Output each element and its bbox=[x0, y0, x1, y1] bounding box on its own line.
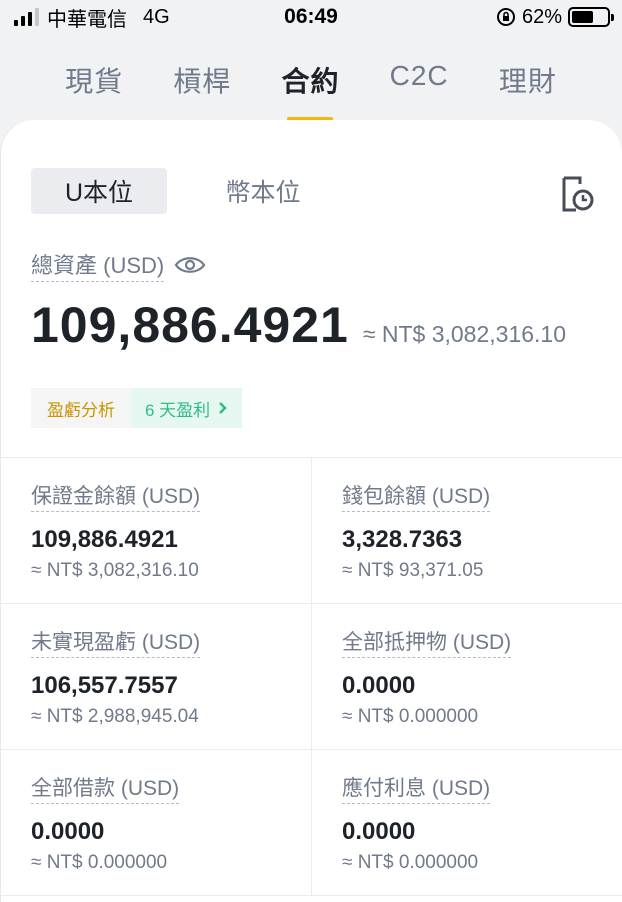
pnl-row: 盈虧分析 6 天盈利 bbox=[31, 388, 243, 428]
balance-fiat: ≈ NT$ 93,371.05 bbox=[342, 560, 484, 581]
battery-fill bbox=[572, 11, 594, 23]
balance-value: 0.0000 bbox=[342, 818, 416, 845]
balance-cell: 全部抵押物 (USD) 0.0000 ≈ NT$ 0.000000 bbox=[312, 604, 622, 749]
status-right: 62% bbox=[496, 5, 614, 29]
coin-margin-tab[interactable]: 幣本位 bbox=[195, 168, 331, 214]
tab-1[interactable]: 槓桿 bbox=[169, 50, 235, 120]
signal-icon bbox=[14, 8, 39, 26]
pnl-analysis-button[interactable]: 盈虧分析 bbox=[31, 388, 131, 428]
balance-label[interactable]: 全部借款 (USD) bbox=[31, 772, 180, 804]
futures-card: U本位 幣本位 總資產 (USD) 109,886.4921 ≈ NT$ 3,0… bbox=[0, 120, 622, 902]
eye-icon[interactable] bbox=[174, 255, 206, 275]
balance-row: 未實現盈虧 (USD) 106,557.7557 ≈ NT$ 2,988,945.0… bbox=[1, 604, 622, 750]
status-bar: 中華電信 4G 06:49 62% bbox=[0, 0, 622, 34]
carrier-name: 中華電信 bbox=[47, 8, 127, 31]
balance-label[interactable]: 錢包餘額 (USD) bbox=[342, 480, 491, 512]
balance-fiat: ≈ NT$ 0.000000 bbox=[342, 852, 479, 873]
total-assets-fiat: ≈ NT$ 3,082,316.10 bbox=[362, 321, 567, 347]
balance-fiat: ≈ NT$ 3,082,316.10 bbox=[31, 560, 199, 581]
tab-0[interactable]: 現貨 bbox=[61, 50, 127, 120]
profit-days-label: 6 天盈利 bbox=[145, 400, 211, 420]
balance-value: 0.0000 bbox=[31, 818, 105, 845]
tab-3[interactable]: C2C bbox=[386, 50, 453, 120]
balance-row: 保證金餘額 (USD) 109,886.4921 ≈ NT$ 3,082,316.1… bbox=[1, 458, 622, 604]
balance-value: 3,328.7363 bbox=[342, 526, 463, 553]
status-left: 中華電信 4G bbox=[14, 3, 170, 32]
balance-fiat: ≈ NT$ 0.000000 bbox=[31, 852, 168, 873]
balance-cell: 全部借款 (USD) 0.0000 ≈ NT$ 0.000000 bbox=[1, 750, 312, 895]
balance-label[interactable]: 保證金餘額 (USD) bbox=[31, 480, 201, 512]
balance-fiat: ≈ NT$ 2,988,945.04 bbox=[31, 706, 199, 727]
balance-row: 全部借款 (USD) 0.0000 ≈ NT$ 0.000000 應付利息 (USD)… bbox=[1, 750, 622, 896]
margin-type-switch: U本位 幣本位 bbox=[31, 168, 331, 214]
balance-cell: 錢包餘額 (USD) 3,328.7363 ≈ NT$ 93,371.05 bbox=[312, 458, 622, 603]
battery-icon bbox=[568, 7, 614, 27]
u-margin-tab[interactable]: U本位 bbox=[31, 168, 167, 214]
balance-cell: 應付利息 (USD) 0.0000 ≈ NT$ 0.000000 bbox=[312, 750, 622, 895]
tab-4[interactable]: 理財 bbox=[495, 50, 561, 120]
battery-percent: 62% bbox=[521, 5, 562, 28]
balance-value: 109,886.4921 bbox=[31, 526, 178, 553]
balance-cell: 保證金餘額 (USD) 109,886.4921 ≈ NT$ 3,082,316.1… bbox=[1, 458, 312, 603]
total-assets-label[interactable]: 總資產 (USD) bbox=[31, 248, 165, 282]
tab-2[interactable]: 合約 bbox=[277, 50, 343, 120]
balance-value: 0.0000 bbox=[342, 672, 416, 699]
network-type: 4G bbox=[143, 5, 170, 28]
balance-label[interactable]: 未實現盈虧 (USD) bbox=[31, 626, 201, 658]
history-icon[interactable] bbox=[556, 174, 596, 214]
balance-cell: 未實現盈虧 (USD) 106,557.7557 ≈ NT$ 2,988,945.0… bbox=[1, 604, 312, 749]
total-assets-label-row: 總資產 (USD) bbox=[31, 248, 206, 282]
status-time: 06:49 bbox=[284, 5, 338, 28]
chevron-right-icon bbox=[219, 402, 227, 414]
balance-fiat: ≈ NT$ 0.000000 bbox=[342, 706, 479, 727]
total-assets-value: 109,886.4921 bbox=[31, 297, 349, 353]
market-tabs: 現貨 槓桿 合約 C2C 理財 bbox=[0, 50, 622, 120]
total-assets-row: 109,886.4921 ≈ NT$ 3,082,316.10 bbox=[31, 296, 566, 354]
balance-value: 106,557.7557 bbox=[31, 672, 178, 699]
profit-days-button[interactable]: 6 天盈利 bbox=[131, 388, 243, 428]
balance-grid: 保證金餘額 (USD) 109,886.4921 ≈ NT$ 3,082,316.1… bbox=[1, 457, 622, 896]
balance-label[interactable]: 全部抵押物 (USD) bbox=[342, 626, 512, 658]
balance-label[interactable]: 應付利息 (USD) bbox=[342, 772, 491, 804]
orientation-lock-icon bbox=[496, 8, 515, 26]
